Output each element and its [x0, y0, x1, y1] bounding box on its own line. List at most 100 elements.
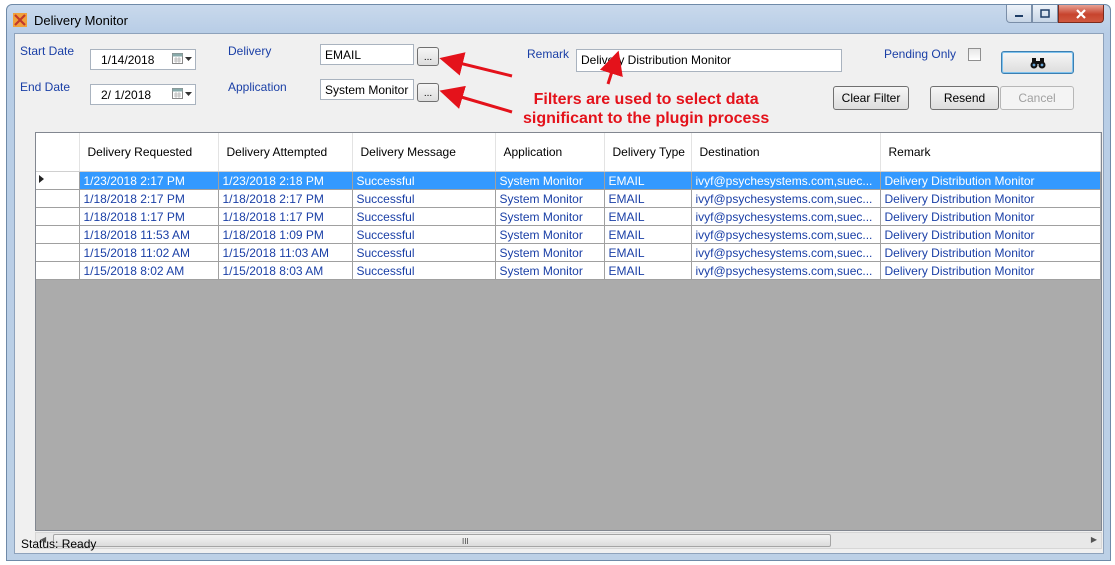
delivery-monitor-window: Delivery Monitor Start Date 1/14/2018 En… [6, 4, 1111, 561]
table-cell[interactable]: EMAIL [604, 171, 692, 190]
row-header-corner[interactable] [36, 133, 80, 172]
table-cell[interactable]: 1/15/2018 11:02 AM [79, 243, 219, 262]
table-cell[interactable]: ivyf@psychesystems.com,suec... [691, 243, 881, 262]
table-cell[interactable]: 1/23/2018 2:17 PM [79, 171, 219, 190]
table-cell[interactable]: System Monitor [495, 207, 605, 226]
pending-only-label: Pending Only [884, 47, 957, 61]
cancel-button[interactable]: Cancel [1000, 86, 1074, 110]
delivery-label: Delivery [228, 44, 272, 58]
table-cell[interactable]: EMAIL [604, 261, 692, 280]
application-browse-button[interactable]: ... [417, 83, 439, 102]
table-cell[interactable]: Delivery Distribution Monitor [880, 207, 1101, 226]
title-bar[interactable]: Delivery Monitor [7, 5, 1110, 33]
table-row[interactable]: 1/18/2018 11:53 AM 1/18/2018 1:09 PM Suc… [36, 225, 1101, 244]
table-cell[interactable]: System Monitor [495, 171, 605, 190]
annotation-line-1: Filters are used to select data [533, 91, 759, 108]
window-controls [1006, 5, 1104, 25]
end-date-picker[interactable]: 2/ 1/2018 [90, 84, 196, 105]
table-cell[interactable]: ivyf@psychesystems.com,suec... [691, 261, 881, 280]
table-cell[interactable]: 1/18/2018 1:17 PM [218, 207, 353, 226]
table-cell[interactable]: 1/15/2018 8:03 AM [218, 261, 353, 280]
table-cell[interactable]: ivyf@psychesystems.com,suec... [691, 189, 881, 208]
header-row: Delivery Requested Delivery Attempted De… [36, 133, 1101, 172]
table-cell[interactable]: Successful [352, 243, 496, 262]
table-cell[interactable]: EMAIL [604, 189, 692, 208]
table-row[interactable]: 1/18/2018 2:17 PM 1/18/2018 2:17 PM Succ… [36, 189, 1101, 208]
column-header[interactable]: Delivery Message [352, 133, 496, 172]
table-row[interactable]: 1/15/2018 8:02 AM 1/15/2018 8:03 AM Succ… [36, 261, 1101, 280]
table-cell[interactable]: Delivery Distribution Monitor [880, 225, 1101, 244]
chevron-down-icon [185, 56, 192, 61]
table-cell[interactable]: ivyf@psychesystems.com,suec... [691, 207, 881, 226]
delivery-table: Delivery Requested Delivery Attempted De… [36, 133, 1101, 280]
column-header[interactable]: Delivery Type [604, 133, 692, 172]
table-cell[interactable]: EMAIL [604, 225, 692, 244]
app-icon [13, 13, 27, 27]
current-row-icon [39, 174, 44, 183]
calendar-dropdown[interactable] [172, 88, 192, 99]
delivery-field[interactable]: EMAIL [320, 44, 414, 65]
table-cell[interactable]: 1/15/2018 11:03 AM [218, 243, 353, 262]
table-cell[interactable]: Successful [352, 261, 496, 280]
table-row[interactable]: 1/18/2018 1:17 PM 1/18/2018 1:17 PM Succ… [36, 207, 1101, 226]
table-row[interactable]: 1/23/2018 2:17 PM 1/23/2018 2:18 PM Succ… [36, 171, 1101, 190]
end-date-value: 2/ 1/2018 [101, 88, 152, 102]
remark-label: Remark [527, 47, 570, 61]
table-cell[interactable]: EMAIL [604, 243, 692, 262]
row-header[interactable] [36, 243, 80, 262]
application-label: Application [228, 80, 287, 94]
row-header[interactable] [36, 261, 80, 280]
table-cell[interactable]: 1/15/2018 8:02 AM [79, 261, 219, 280]
maximize-button[interactable] [1032, 5, 1058, 23]
remark-field[interactable]: Delivery Distribution Monitor [576, 49, 842, 72]
table-cell[interactable]: Delivery Distribution Monitor [880, 189, 1101, 208]
table-cell[interactable]: 1/18/2018 11:53 AM [79, 225, 219, 244]
table-cell[interactable]: Successful [352, 207, 496, 226]
row-header[interactable] [36, 225, 80, 244]
annotation-text: Filters are used to select data signific… [523, 90, 769, 128]
close-button[interactable] [1058, 5, 1104, 23]
end-date-label: End Date [20, 80, 71, 94]
table-row[interactable]: 1/15/2018 11:02 AM 1/15/2018 11:03 AM Su… [36, 243, 1101, 262]
table-cell[interactable]: Successful [352, 171, 496, 190]
table-cell[interactable]: System Monitor [495, 189, 605, 208]
column-header[interactable]: Delivery Requested [79, 133, 219, 172]
application-field[interactable]: System Monitor [320, 79, 414, 100]
table-cell[interactable]: ivyf@psychesystems.com,suec... [691, 171, 881, 190]
table-cell[interactable]: System Monitor [495, 261, 605, 280]
status-bar: Status: Ready [15, 534, 1103, 553]
column-header[interactable]: Application [495, 133, 605, 172]
search-button[interactable] [1001, 51, 1074, 74]
table-cell[interactable]: Delivery Distribution Monitor [880, 261, 1101, 280]
table-cell[interactable]: System Monitor [495, 243, 605, 262]
column-header[interactable]: Destination [691, 133, 881, 172]
row-header[interactable] [36, 189, 80, 208]
status-text: Status: Ready [21, 537, 97, 551]
resend-button[interactable]: Resend [930, 86, 999, 110]
start-date-picker[interactable]: 1/14/2018 [90, 49, 196, 70]
column-header[interactable]: Delivery Attempted [218, 133, 353, 172]
row-header[interactable] [36, 171, 80, 190]
table-cell[interactable]: Delivery Distribution Monitor [880, 171, 1101, 190]
table-cell[interactable]: EMAIL [604, 207, 692, 226]
chevron-down-icon [185, 91, 192, 96]
minimize-icon [1015, 14, 1023, 17]
table-cell[interactable]: System Monitor [495, 225, 605, 244]
delivery-browse-button[interactable]: ... [417, 47, 439, 66]
table-cell[interactable]: 1/18/2018 1:17 PM [79, 207, 219, 226]
table-cell[interactable]: 1/23/2018 2:18 PM [218, 171, 353, 190]
minimize-button[interactable] [1006, 5, 1032, 23]
table-cell[interactable]: 1/18/2018 2:17 PM [79, 189, 219, 208]
pending-only-checkbox[interactable] [968, 48, 981, 61]
delivery-grid[interactable]: Delivery Requested Delivery Attempted De… [35, 132, 1102, 531]
clear-filter-button[interactable]: Clear Filter [833, 86, 909, 110]
table-cell[interactable]: 1/18/2018 2:17 PM [218, 189, 353, 208]
table-cell[interactable]: Delivery Distribution Monitor [880, 243, 1101, 262]
table-cell[interactable]: Successful [352, 225, 496, 244]
column-header[interactable]: Remark [880, 133, 1101, 172]
table-cell[interactable]: 1/18/2018 1:09 PM [218, 225, 353, 244]
table-cell[interactable]: ivyf@psychesystems.com,suec... [691, 225, 881, 244]
row-header[interactable] [36, 207, 80, 226]
calendar-dropdown[interactable] [172, 53, 192, 64]
table-cell[interactable]: Successful [352, 189, 496, 208]
